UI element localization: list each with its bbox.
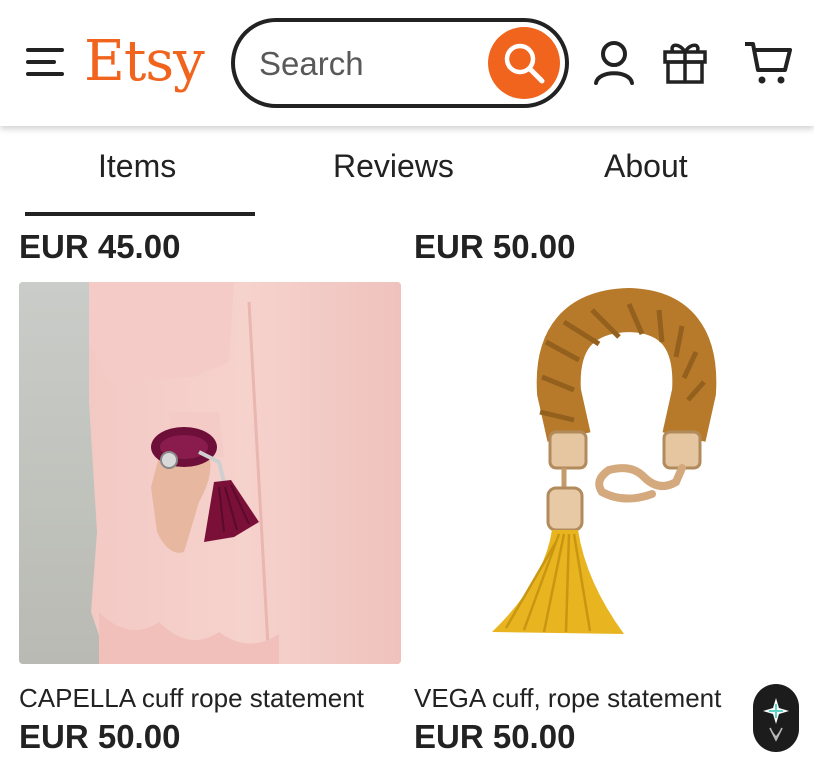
tab-items[interactable]: Items — [98, 146, 176, 186]
gift-icon[interactable] — [661, 38, 709, 86]
floating-shop-badge[interactable] — [753, 684, 799, 752]
listing-title[interactable]: CAPELLA cuff rope statement — [19, 682, 391, 714]
tab-reviews[interactable]: Reviews — [333, 146, 454, 186]
search-icon — [504, 43, 545, 84]
search-button[interactable] — [488, 27, 560, 99]
listing-image-vega[interactable] — [414, 282, 796, 664]
listing-price: EUR 50.00 — [414, 718, 576, 755]
user-icon[interactable] — [590, 38, 638, 86]
listing-price: EUR 50.00 — [19, 718, 181, 755]
active-tab-indicator — [25, 212, 255, 216]
shop-tabs: Items Reviews About — [0, 126, 814, 218]
listing-price: EUR 45.00 — [19, 228, 181, 265]
hamburger-menu-icon[interactable] — [24, 44, 68, 80]
header: Etsy — [0, 0, 814, 126]
search-bar — [231, 18, 569, 108]
cart-icon[interactable] — [743, 38, 792, 86]
shop-logo-icon — [763, 698, 789, 742]
listing-price: EUR 50.00 — [414, 228, 576, 265]
search-input[interactable] — [259, 42, 479, 86]
listing-image-capella[interactable] — [19, 282, 401, 664]
listing-title[interactable]: VEGA cuff, rope statement — [414, 682, 774, 714]
tab-about[interactable]: About — [604, 146, 688, 186]
etsy-logo[interactable]: Etsy — [84, 30, 205, 94]
